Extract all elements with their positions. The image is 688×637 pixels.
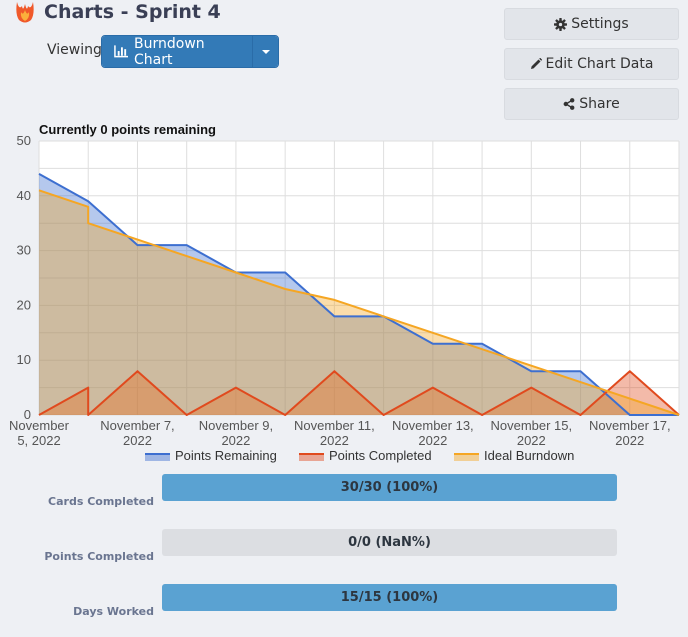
x-tick-label: November 17, <box>589 418 671 433</box>
pencil-icon <box>530 58 542 69</box>
legend-swatch <box>145 454 170 461</box>
x-tick-label: November 9, <box>199 418 273 433</box>
legend-swatch <box>454 454 479 461</box>
viewing-label: Viewing <box>47 42 102 58</box>
page-title: Charts - Sprint 4 <box>44 1 221 23</box>
chart-title: Currently 0 points remaining <box>39 122 216 137</box>
progress-text: 15/15 (100%) <box>340 590 439 605</box>
edit-chart-data-button[interactable]: Edit Chart Data <box>504 48 679 80</box>
burndown-chart: 0 10 20 30 40 50 November 5, 2022 November 7, 202… <box>0 120 688 470</box>
bar-chart-icon <box>114 45 128 58</box>
burndown-chart-svg: 01020304050November5, 2022November 7,202… <box>9 122 680 463</box>
chart-type-selector[interactable]: Burndown Chart <box>101 35 279 68</box>
x-tick-label: November 13, <box>392 418 474 433</box>
points-completed-progress: 0/0 (NaN%) <box>162 529 617 556</box>
x-tick-label: November <box>9 418 70 433</box>
x-tick-label: 2022 <box>418 433 447 448</box>
settings-button[interactable]: Settings <box>504 8 679 40</box>
x-tick-label: 2022 <box>221 433 250 448</box>
legend-label: Points Completed <box>329 448 432 463</box>
progress-text: 30/30 (100%) <box>340 480 439 495</box>
share-icon <box>563 98 575 110</box>
days-worked-progress: 15/15 (100%) <box>162 584 617 611</box>
chart-type-dropdown-toggle[interactable] <box>253 36 278 67</box>
gear-icon <box>554 17 568 31</box>
y-tick-label: 30 <box>17 243 31 258</box>
progress-text: 0/0 (NaN%) <box>348 535 431 550</box>
edit-chart-data-label: Edit Chart Data <box>545 56 654 72</box>
flame-logo-icon <box>16 2 34 23</box>
chart-type-label: Burndown Chart <box>134 35 205 68</box>
x-tick-label: November 7, <box>100 418 174 433</box>
legend-label: Points Remaining <box>175 448 277 463</box>
cards-completed-label: Cards Completed <box>48 495 154 508</box>
x-tick-label: November 11, <box>294 418 375 433</box>
x-tick-label: 2022 <box>123 433 152 448</box>
y-tick-label: 40 <box>17 188 31 203</box>
cards-completed-progress: 30/30 (100%) <box>162 474 617 501</box>
x-tick-label: 5, 2022 <box>17 433 60 448</box>
caret-down-icon <box>261 49 270 54</box>
y-tick-label: 50 <box>17 133 31 148</box>
points-completed-label: Points Completed <box>44 550 154 563</box>
legend-label: Ideal Burndown <box>484 448 574 463</box>
y-tick-label: 20 <box>17 297 31 312</box>
share-label: Share <box>579 96 620 112</box>
days-worked-label: Days Worked <box>73 605 154 618</box>
chart-type-button[interactable]: Burndown Chart <box>102 36 253 67</box>
legend-swatch <box>299 454 324 461</box>
x-tick-label: 2022 <box>615 433 644 448</box>
settings-label: Settings <box>571 16 629 32</box>
x-tick-label: November 15, <box>490 418 572 433</box>
x-tick-label: 2022 <box>320 433 349 448</box>
y-tick-label: 10 <box>17 352 31 367</box>
x-tick-label: 2022 <box>517 433 546 448</box>
share-button[interactable]: Share <box>504 88 679 120</box>
